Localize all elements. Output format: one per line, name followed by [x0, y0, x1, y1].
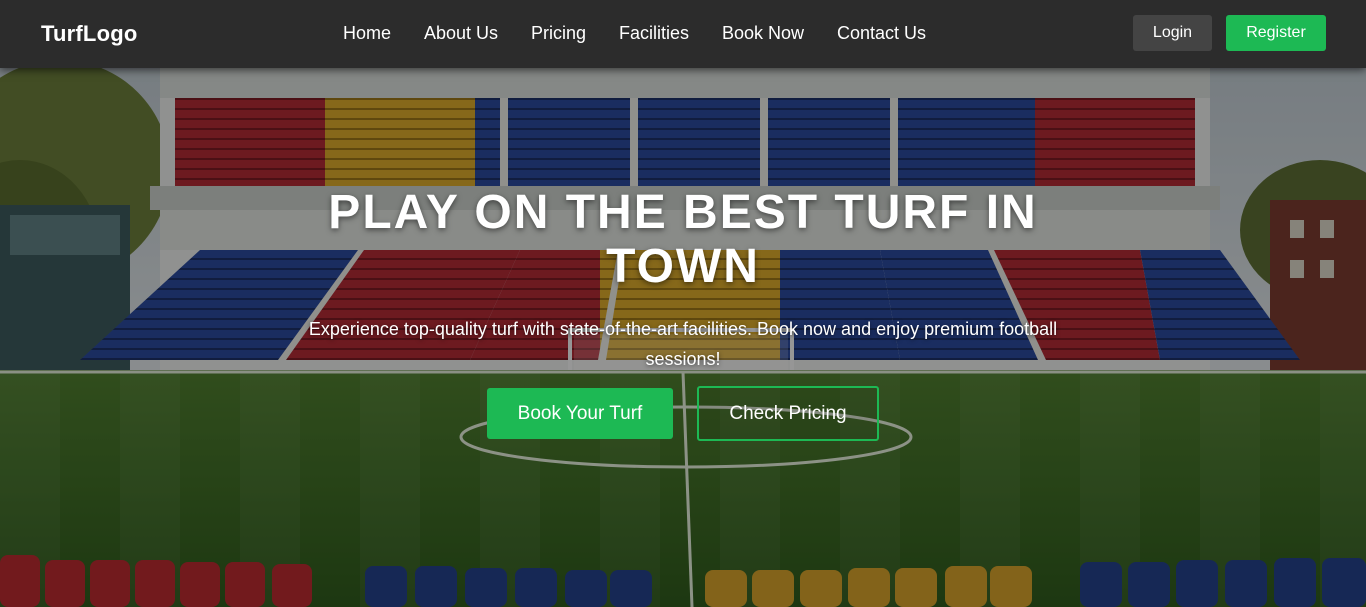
check-pricing-button[interactable]: Check Pricing [697, 386, 879, 441]
nav-link-about-us[interactable]: About Us [424, 23, 498, 44]
nav-link-facilities[interactable]: Facilities [619, 23, 689, 44]
nav-link-home[interactable]: Home [343, 23, 391, 44]
login-button[interactable]: Login [1133, 15, 1212, 51]
nav-link-pricing[interactable]: Pricing [531, 23, 586, 44]
nav-link-book-now[interactable]: Book Now [722, 23, 804, 44]
top-navbar: TurfLogo Home About Us Pricing Facilitie… [0, 0, 1366, 68]
hero-title: PLAY ON THE BEST TURF IN TOWN [328, 186, 1038, 293]
nav-link-contact-us[interactable]: Contact Us [837, 23, 926, 44]
hero-subtitle: Experience top-quality turf with state-o… [308, 319, 1058, 369]
book-your-turf-button[interactable]: Book Your Turf [487, 388, 673, 439]
register-button[interactable]: Register [1226, 15, 1326, 51]
